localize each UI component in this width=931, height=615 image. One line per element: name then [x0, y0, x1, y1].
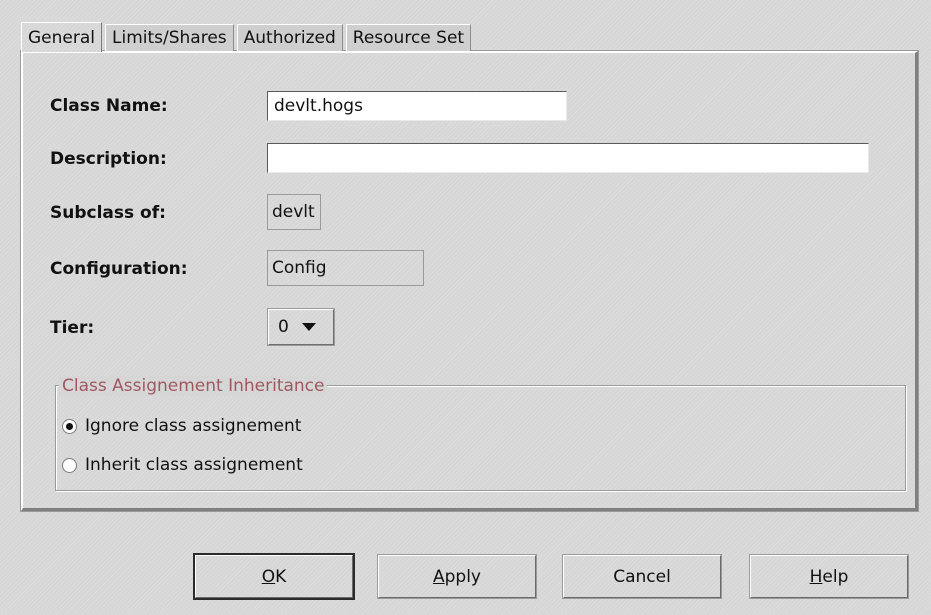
- subclass-value: devlt: [267, 194, 321, 230]
- triangle-down-icon: [301, 323, 316, 331]
- help-label-rest: elp: [822, 566, 849, 587]
- help-button[interactable]: Help: [749, 554, 909, 599]
- apply-button[interactable]: Apply: [377, 554, 537, 599]
- tab-bar: General Limits/Shares Authorized Resourc…: [21, 22, 474, 52]
- apply-mnemonic: A: [432, 566, 445, 587]
- configuration-value: Config: [267, 250, 424, 286]
- inheritance-group-title: Class Assignement Inheritance: [59, 376, 328, 396]
- tier-dropdown-value: 0: [278, 317, 289, 337]
- ok-mnemonic: O: [261, 566, 276, 587]
- radio-unselected-icon[interactable]: [62, 457, 77, 473]
- ignore-class-assignement-option[interactable]: Ignore class assignement: [62, 416, 301, 436]
- ok-button[interactable]: OK: [193, 553, 355, 600]
- radio-selected-icon[interactable]: [62, 418, 77, 434]
- tab-general[interactable]: General: [21, 22, 102, 52]
- class-name-input[interactable]: devlt.hogs: [267, 91, 567, 121]
- tab-limits-shares[interactable]: Limits/Shares: [105, 24, 234, 51]
- tab-authorized[interactable]: Authorized: [236, 24, 343, 51]
- subclass-label: Subclass of:: [50, 203, 166, 223]
- help-mnemonic: H: [809, 566, 823, 587]
- ok-label-rest: K: [275, 566, 287, 587]
- class-assignement-inheritance-group: [55, 385, 906, 491]
- inherit-class-assignement-option[interactable]: Inherit class assignement: [62, 455, 303, 475]
- configuration-label: Configuration:: [50, 259, 188, 279]
- tier-label: Tier:: [50, 318, 95, 338]
- tier-dropdown[interactable]: 0: [267, 308, 335, 346]
- apply-label-rest: pply: [444, 566, 481, 587]
- tab-resource-set[interactable]: Resource Set: [345, 24, 472, 51]
- inherit-class-assignement-label: Inherit class assignement: [85, 455, 303, 475]
- cancel-label: Cancel: [613, 566, 671, 587]
- cancel-button[interactable]: Cancel: [562, 554, 722, 599]
- ignore-class-assignement-label: Ignore class assignement: [85, 416, 302, 436]
- description-label: Description:: [50, 149, 167, 169]
- description-input[interactable]: [267, 143, 869, 173]
- class-name-label: Class Name:: [50, 96, 168, 116]
